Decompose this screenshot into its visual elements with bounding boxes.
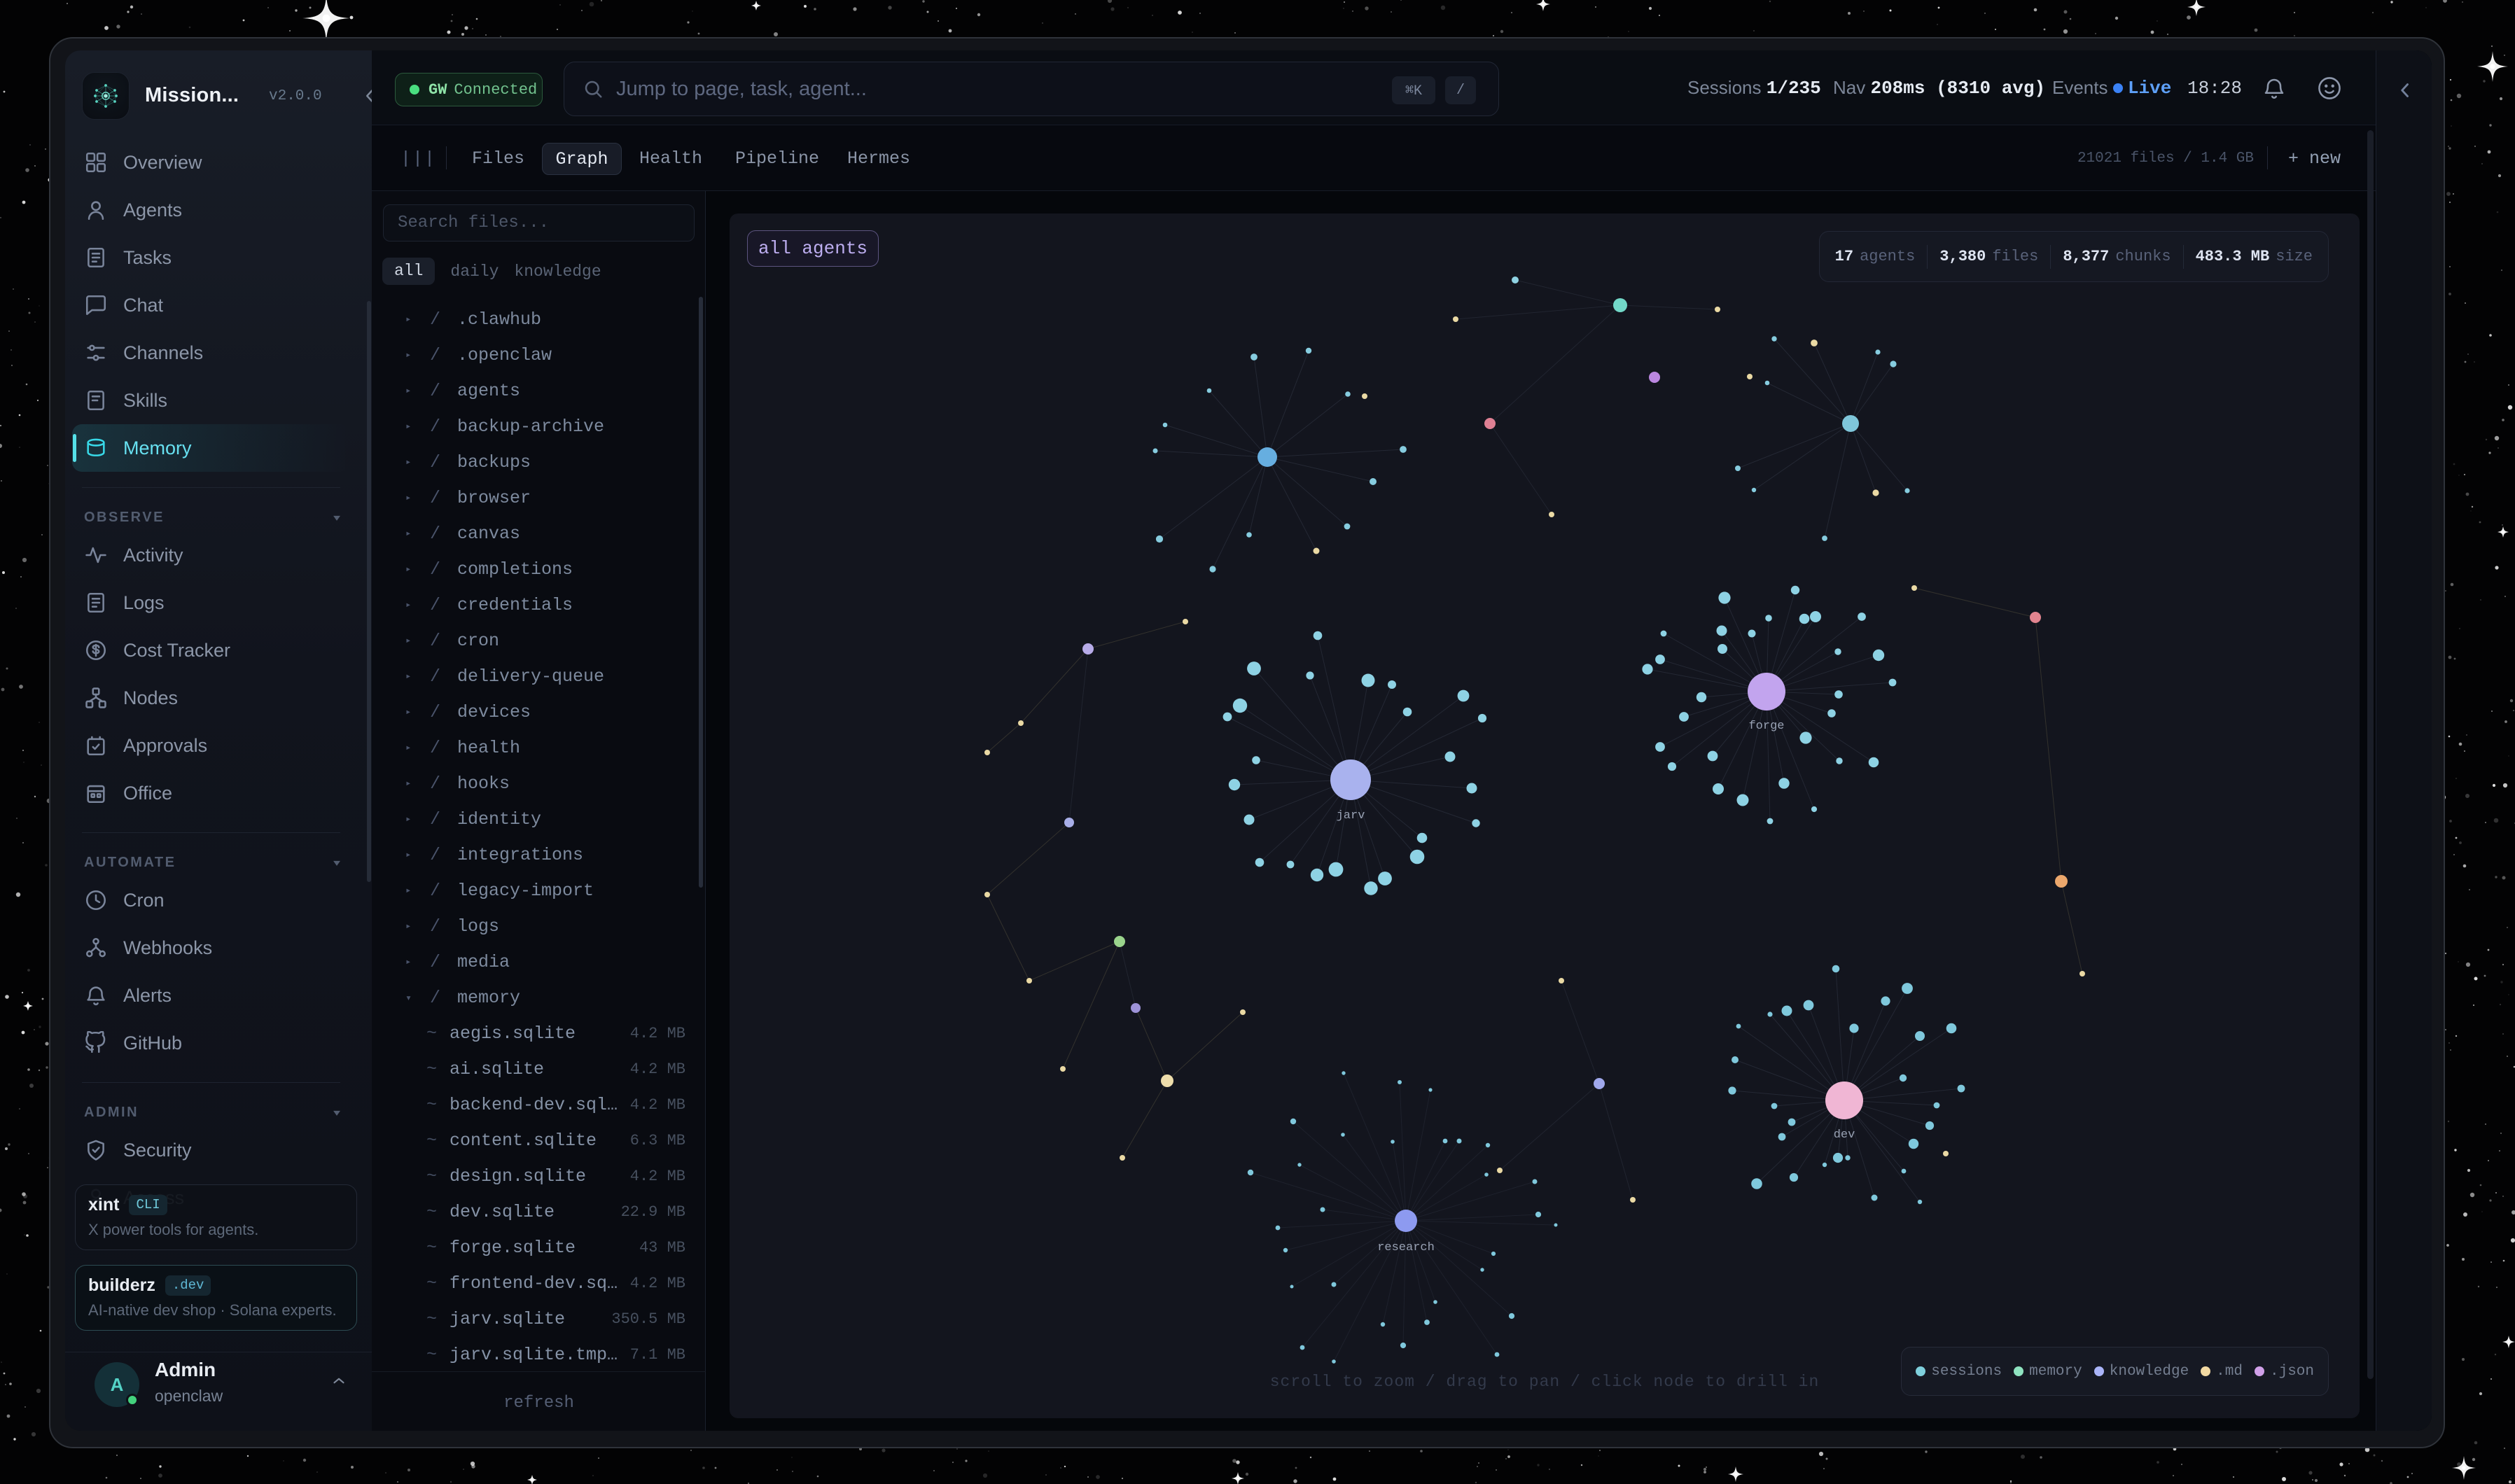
svg-text:dev: dev	[1834, 1128, 1855, 1142]
svg-text:research: research	[1377, 1241, 1435, 1254]
svg-text:jarv: jarv	[1337, 809, 1365, 822]
svg-text:forge: forge	[1748, 720, 1784, 733]
